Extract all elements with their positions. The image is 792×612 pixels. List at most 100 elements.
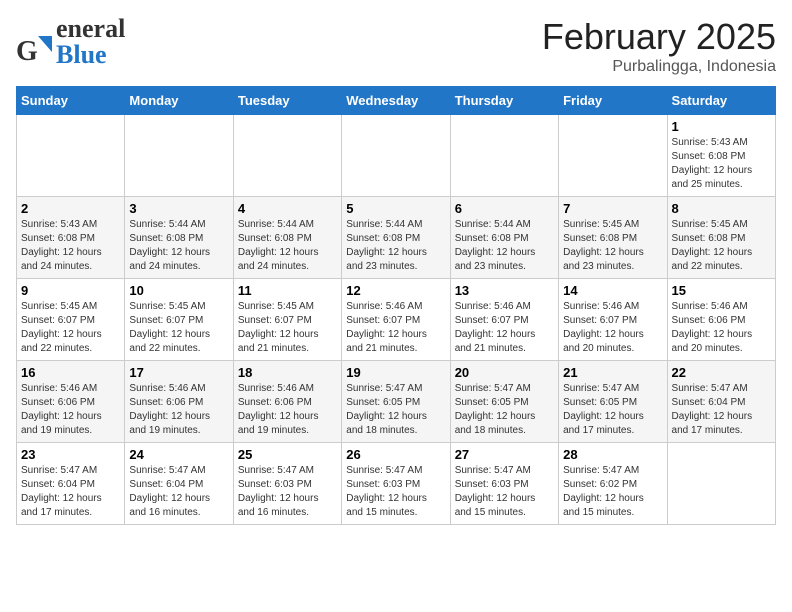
day-number: 24 [129, 447, 228, 462]
title-block: February 2025 Purbalingga, Indonesia [542, 16, 776, 76]
day-number: 15 [672, 283, 771, 298]
calendar-week-5: 23 Sunrise: 5:47 AM Sunset: 6:04 PM Dayli… [17, 443, 776, 525]
calendar-cell: 15 Sunrise: 5:46 AM Sunset: 6:06 PM Dayli… [667, 279, 775, 361]
calendar-cell: 3Sunrise: 5:44 AM Sunset: 6:08 PM Daylig… [125, 197, 233, 279]
day-info: Sunrise: 5:44 AM Sunset: 6:08 PM Dayligh… [238, 218, 337, 274]
logo-line1: eneral [56, 16, 125, 42]
calendar-cell [125, 115, 233, 197]
day-info: Sunrise: 5:45 AM Sunset: 6:08 PM Dayligh… [672, 218, 771, 274]
day-info: Sunrise: 5:46 AM Sunset: 6:06 PM Dayligh… [238, 382, 337, 438]
day-info: Sunrise: 5:47 AM Sunset: 6:04 PM Dayligh… [21, 464, 120, 520]
calendar-cell: 21 Sunrise: 5:47 AM Sunset: 6:05 PM Dayli… [559, 361, 667, 443]
day-info: Sunrise: 5:45 AM Sunset: 6:07 PM Dayligh… [238, 300, 337, 356]
calendar-cell: 8 Sunrise: 5:45 AM Sunset: 6:08 PM Daylig… [667, 197, 775, 279]
day-number: 10 [129, 283, 228, 298]
day-number: 23 [21, 447, 120, 462]
day-info: Sunrise: 5:44 AM Sunset: 6:08 PM Dayligh… [129, 218, 228, 274]
calendar-cell: 23 Sunrise: 5:47 AM Sunset: 6:04 PM Dayli… [17, 443, 125, 525]
day-number: 12 [346, 283, 445, 298]
calendar-cell: 10 Sunrise: 5:45 AM Sunset: 6:07 PM Dayli… [125, 279, 233, 361]
calendar-cell: 26 Sunrise: 5:47 AM Sunset: 6:03 PM Dayli… [342, 443, 450, 525]
calendar-cell [667, 443, 775, 525]
calendar-table: SundayMondayTuesdayWednesdayThursdayFrid… [16, 86, 776, 525]
weekday-header-thursday: Thursday [450, 87, 558, 115]
calendar-cell: 14 Sunrise: 5:46 AM Sunset: 6:07 PM Dayli… [559, 279, 667, 361]
day-info: Sunrise: 5:46 AM Sunset: 6:06 PM Dayligh… [672, 300, 771, 356]
day-number: 26 [346, 447, 445, 462]
day-info: Sunrise: 5:45 AM Sunset: 6:07 PM Dayligh… [129, 300, 228, 356]
day-info: Sunrise: 5:47 AM Sunset: 6:05 PM Dayligh… [563, 382, 662, 438]
day-number: 21 [563, 365, 662, 380]
day-number: 13 [455, 283, 554, 298]
month-title: February 2025 [542, 16, 776, 58]
calendar-week-4: 16 Sunrise: 5:46 AM Sunset: 6:06 PM Dayli… [17, 361, 776, 443]
calendar-cell: 6Sunrise: 5:44 AM Sunset: 6:08 PM Daylig… [450, 197, 558, 279]
logo: G eneral Blue [16, 16, 125, 68]
day-info: Sunrise: 5:46 AM Sunset: 6:07 PM Dayligh… [455, 300, 554, 356]
day-number: 20 [455, 365, 554, 380]
calendar-cell: 16 Sunrise: 5:46 AM Sunset: 6:06 PM Dayli… [17, 361, 125, 443]
calendar-cell: 19 Sunrise: 5:47 AM Sunset: 6:05 PM Dayli… [342, 361, 450, 443]
page-header: G eneral Blue February 2025 Purbalingga,… [16, 16, 776, 76]
day-info: Sunrise: 5:43 AM Sunset: 6:08 PM Dayligh… [21, 218, 120, 274]
day-info: Sunrise: 5:47 AM Sunset: 6:03 PM Dayligh… [346, 464, 445, 520]
day-info: Sunrise: 5:45 AM Sunset: 6:07 PM Dayligh… [21, 300, 120, 356]
day-number: 22 [672, 365, 771, 380]
day-info: Sunrise: 5:47 AM Sunset: 6:03 PM Dayligh… [455, 464, 554, 520]
day-number: 1 [672, 119, 771, 134]
day-number: 8 [672, 201, 771, 216]
calendar-header: SundayMondayTuesdayWednesdayThursdayFrid… [17, 87, 776, 115]
day-info: Sunrise: 5:45 AM Sunset: 6:08 PM Dayligh… [563, 218, 662, 274]
day-number: 19 [346, 365, 445, 380]
calendar-cell: 13 Sunrise: 5:46 AM Sunset: 6:07 PM Dayli… [450, 279, 558, 361]
day-number: 4 [238, 201, 337, 216]
weekday-header-monday: Monday [125, 87, 233, 115]
day-number: 18 [238, 365, 337, 380]
calendar-week-2: 2 Sunrise: 5:43 AM Sunset: 6:08 PM Daylig… [17, 197, 776, 279]
day-number: 14 [563, 283, 662, 298]
day-info: Sunrise: 5:47 AM Sunset: 6:04 PM Dayligh… [129, 464, 228, 520]
calendar-week-3: 9 Sunrise: 5:45 AM Sunset: 6:07 PM Daylig… [17, 279, 776, 361]
logo-line2: Blue [56, 42, 125, 68]
day-info: Sunrise: 5:46 AM Sunset: 6:07 PM Dayligh… [563, 300, 662, 356]
location-subtitle: Purbalingga, Indonesia [542, 58, 776, 76]
day-info: Sunrise: 5:46 AM Sunset: 6:06 PM Dayligh… [21, 382, 120, 438]
calendar-cell: 27 Sunrise: 5:47 AM Sunset: 6:03 PM Dayli… [450, 443, 558, 525]
calendar-cell: 18 Sunrise: 5:46 AM Sunset: 6:06 PM Dayli… [233, 361, 341, 443]
calendar-cell [559, 115, 667, 197]
day-info: Sunrise: 5:46 AM Sunset: 6:06 PM Dayligh… [129, 382, 228, 438]
calendar-cell [233, 115, 341, 197]
day-info: Sunrise: 5:47 AM Sunset: 6:05 PM Dayligh… [455, 382, 554, 438]
day-number: 7 [563, 201, 662, 216]
calendar-cell: 25Sunrise: 5:47 AM Sunset: 6:03 PM Dayli… [233, 443, 341, 525]
day-number: 11 [238, 283, 337, 298]
day-info: Sunrise: 5:43 AM Sunset: 6:08 PM Dayligh… [672, 136, 771, 192]
calendar-cell: 12 Sunrise: 5:46 AM Sunset: 6:07 PM Dayli… [342, 279, 450, 361]
calendar-cell [342, 115, 450, 197]
weekday-header-sunday: Sunday [17, 87, 125, 115]
day-info: Sunrise: 5:46 AM Sunset: 6:07 PM Dayligh… [346, 300, 445, 356]
day-info: Sunrise: 5:47 AM Sunset: 6:02 PM Dayligh… [563, 464, 662, 520]
day-info: Sunrise: 5:47 AM Sunset: 6:04 PM Dayligh… [672, 382, 771, 438]
calendar-cell: 28 Sunrise: 5:47 AM Sunset: 6:02 PM Dayli… [559, 443, 667, 525]
day-number: 28 [563, 447, 662, 462]
day-number: 25 [238, 447, 337, 462]
day-number: 6 [455, 201, 554, 216]
calendar-cell: 2 Sunrise: 5:43 AM Sunset: 6:08 PM Daylig… [17, 197, 125, 279]
logo-icon: G [16, 32, 52, 68]
calendar-cell: 20 Sunrise: 5:47 AM Sunset: 6:05 PM Dayli… [450, 361, 558, 443]
calendar-cell: 7 Sunrise: 5:45 AM Sunset: 6:08 PM Daylig… [559, 197, 667, 279]
calendar-cell: 11 Sunrise: 5:45 AM Sunset: 6:07 PM Dayli… [233, 279, 341, 361]
day-number: 16 [21, 365, 120, 380]
weekday-header-tuesday: Tuesday [233, 87, 341, 115]
calendar-cell: 17Sunrise: 5:46 AM Sunset: 6:06 PM Dayli… [125, 361, 233, 443]
day-number: 2 [21, 201, 120, 216]
day-info: Sunrise: 5:47 AM Sunset: 6:05 PM Dayligh… [346, 382, 445, 438]
calendar-body: 1 Sunrise: 5:43 AM Sunset: 6:08 PM Daylig… [17, 115, 776, 525]
day-number: 27 [455, 447, 554, 462]
svg-text:G: G [16, 36, 38, 67]
calendar-cell [450, 115, 558, 197]
day-number: 9 [21, 283, 120, 298]
day-info: Sunrise: 5:44 AM Sunset: 6:08 PM Dayligh… [346, 218, 445, 274]
weekday-header-saturday: Saturday [667, 87, 775, 115]
